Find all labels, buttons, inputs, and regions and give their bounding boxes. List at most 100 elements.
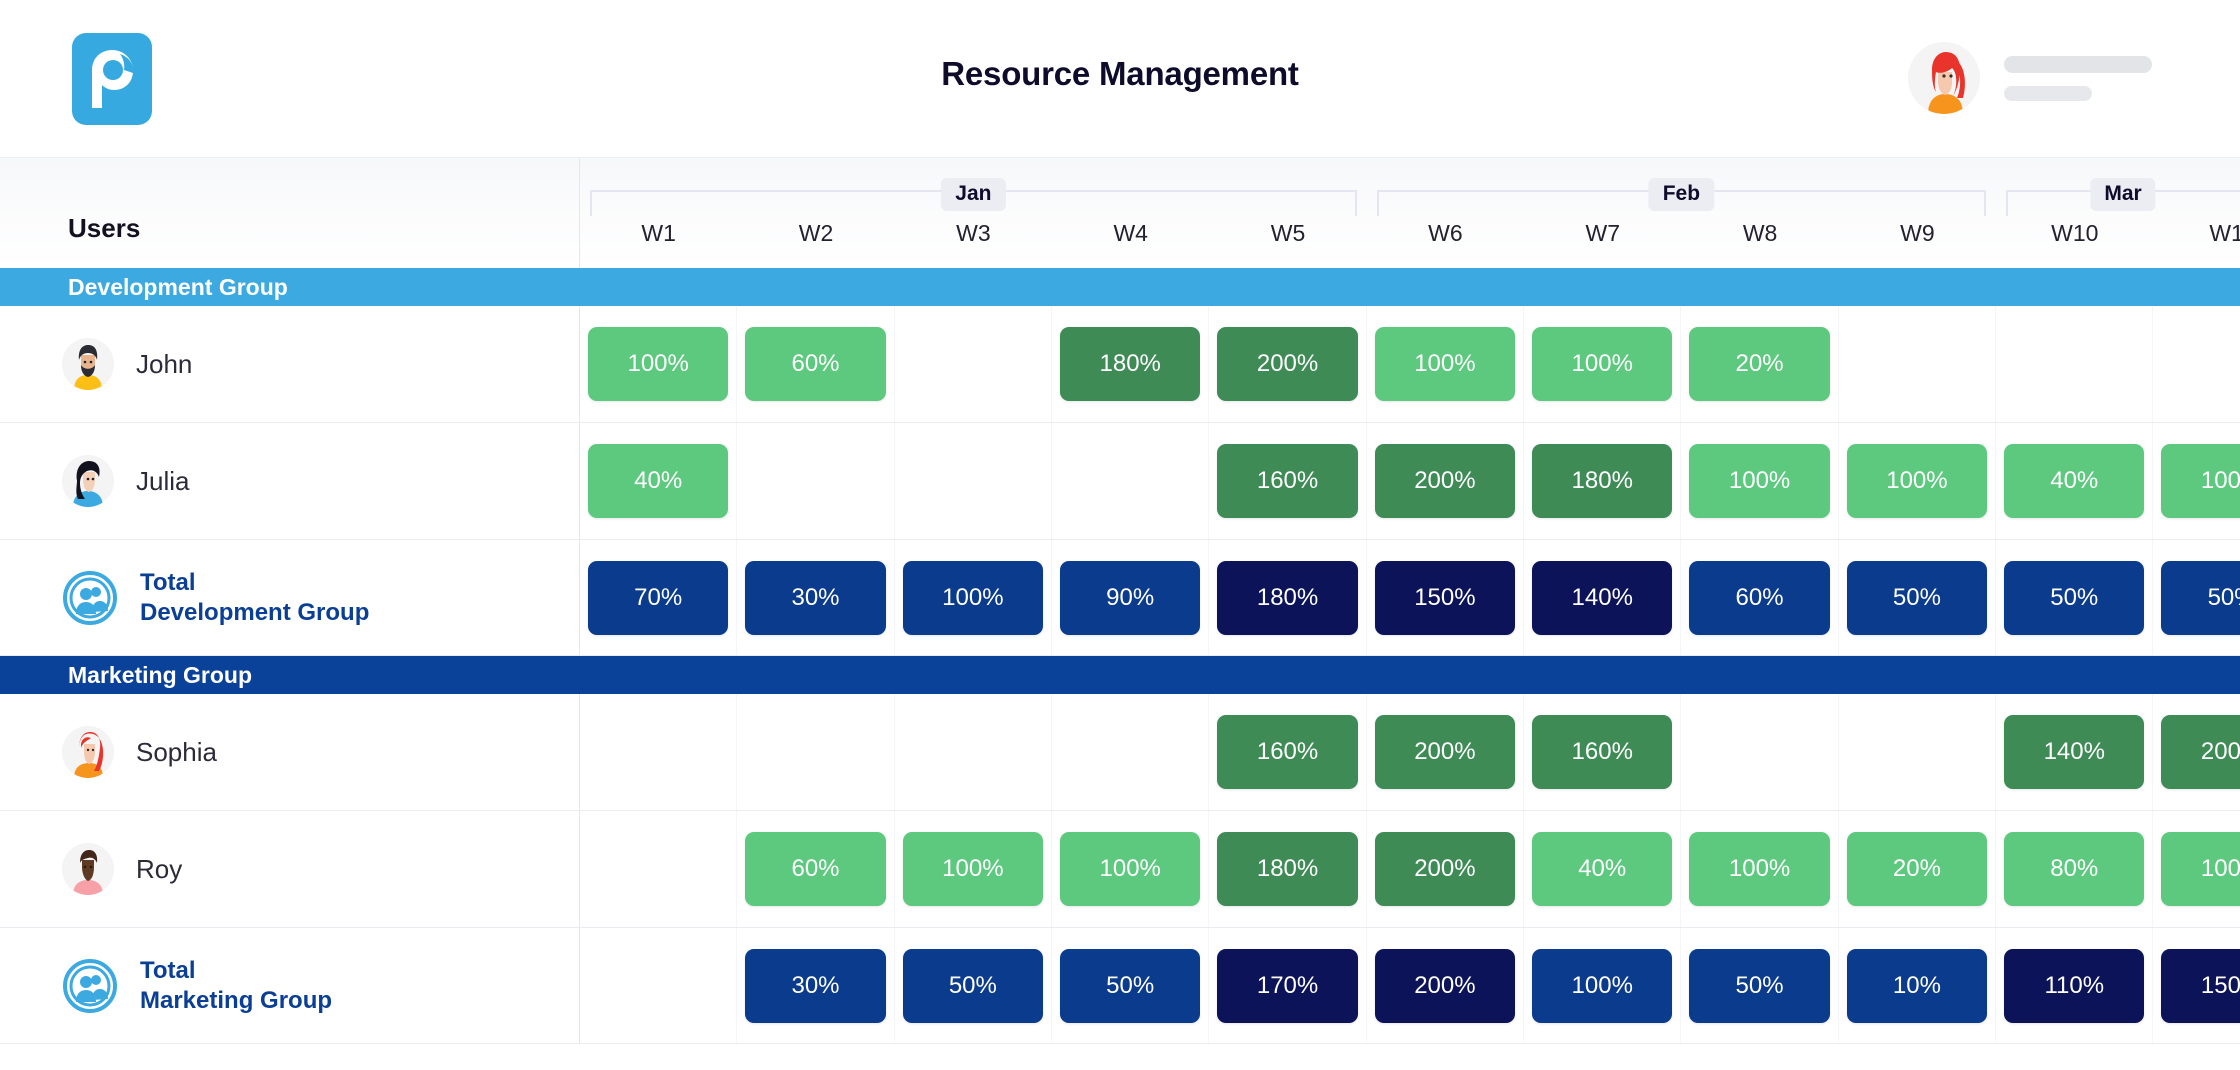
allocation-chip[interactable]: 90% [1060, 561, 1200, 635]
grid-cell-w1[interactable]: 40% [580, 423, 737, 539]
allocation-chip[interactable]: 200% [1375, 832, 1515, 906]
allocation-chip[interactable]: 20% [1689, 327, 1829, 401]
grid-cell-w7[interactable]: 100% [1524, 928, 1681, 1043]
allocation-chip[interactable]: 100% [1375, 327, 1515, 401]
row-label[interactable]: John [0, 306, 580, 422]
grid-cell-w10[interactable] [1996, 306, 2153, 422]
allocation-chip[interactable]: 100% [1532, 327, 1672, 401]
grid-cell-w2[interactable]: 60% [737, 811, 894, 927]
allocation-chip[interactable]: 180% [1217, 832, 1357, 906]
grid-cell-w7[interactable]: 160% [1524, 694, 1681, 810]
grid-cell-w6[interactable]: 100% [1367, 306, 1524, 422]
grid-cell-w9[interactable]: 20% [1839, 811, 1996, 927]
allocation-chip[interactable]: 160% [1217, 715, 1357, 789]
grid-cell-w9[interactable]: 100% [1839, 423, 1996, 539]
grid-cell-w11[interactable]: 50% [2153, 540, 2240, 655]
grid-cell-w11[interactable]: 150% [2153, 928, 2240, 1043]
allocation-chip[interactable]: 50% [1060, 949, 1200, 1023]
allocation-chip[interactable]: 100% [588, 327, 728, 401]
grid-cell-w11[interactable]: 200% [2153, 694, 2240, 810]
grid-cell-w5[interactable]: 200% [1209, 306, 1366, 422]
allocation-chip[interactable]: 50% [1689, 949, 1829, 1023]
allocation-chip[interactable]: 100% [903, 832, 1043, 906]
allocation-chip[interactable]: 50% [1847, 561, 1987, 635]
allocation-chip[interactable]: 100% [903, 561, 1043, 635]
row-label[interactable]: Roy [0, 811, 580, 927]
allocation-chip[interactable]: 150% [2161, 949, 2240, 1023]
allocation-chip[interactable]: 40% [1532, 832, 1672, 906]
grid-cell-w7[interactable]: 180% [1524, 423, 1681, 539]
grid-cell-w11[interactable]: 100% [2153, 811, 2240, 927]
grid-cell-w6[interactable]: 200% [1367, 928, 1524, 1043]
allocation-chip[interactable]: 10% [1847, 949, 1987, 1023]
grid-cell-w2[interactable]: 60% [737, 306, 894, 422]
allocation-chip[interactable]: 60% [1689, 561, 1829, 635]
allocation-chip[interactable]: 110% [2004, 949, 2144, 1023]
allocation-chip[interactable]: 180% [1060, 327, 1200, 401]
grid-cell-w4[interactable]: 180% [1052, 306, 1209, 422]
allocation-chip[interactable]: 40% [588, 444, 728, 518]
grid-cell-w3[interactable]: 100% [895, 540, 1052, 655]
allocation-chip[interactable]: 140% [1532, 561, 1672, 635]
allocation-chip[interactable]: 60% [745, 832, 885, 906]
allocation-chip[interactable]: 200% [2161, 715, 2240, 789]
grid-cell-w9[interactable]: 50% [1839, 540, 1996, 655]
allocation-chip[interactable]: 100% [1847, 444, 1987, 518]
row-label[interactable]: Sophia [0, 694, 580, 810]
allocation-chip[interactable]: 140% [2004, 715, 2144, 789]
allocation-chip[interactable]: 100% [2161, 832, 2240, 906]
grid-cell-w6[interactable]: 200% [1367, 694, 1524, 810]
grid-cell-w7[interactable]: 40% [1524, 811, 1681, 927]
row-label[interactable]: Julia [0, 423, 580, 539]
grid-cell-w7[interactable]: 140% [1524, 540, 1681, 655]
allocation-chip[interactable]: 100% [1689, 832, 1829, 906]
allocation-chip[interactable]: 20% [1847, 832, 1987, 906]
grid-cell-w4[interactable]: 100% [1052, 811, 1209, 927]
grid-cell-w9[interactable] [1839, 306, 1996, 422]
allocation-chip[interactable]: 50% [2004, 561, 2144, 635]
allocation-chip[interactable]: 170% [1217, 949, 1357, 1023]
allocation-chip[interactable]: 200% [1375, 949, 1515, 1023]
grid-cell-w3[interactable] [895, 306, 1052, 422]
grid-cell-w3[interactable]: 50% [895, 928, 1052, 1043]
allocation-chip[interactable]: 200% [1375, 444, 1515, 518]
grid-cell-w1[interactable] [580, 811, 737, 927]
grid-cell-w1[interactable]: 70% [580, 540, 737, 655]
allocation-chip[interactable]: 150% [1375, 561, 1515, 635]
grid-cell-w8[interactable]: 60% [1681, 540, 1838, 655]
grid-cell-w9[interactable]: 10% [1839, 928, 1996, 1043]
grid-cell-w8[interactable]: 20% [1681, 306, 1838, 422]
allocation-chip[interactable]: 70% [588, 561, 728, 635]
group-header-mkt[interactable]: Marketing Group [0, 656, 2240, 694]
allocation-chip[interactable]: 80% [2004, 832, 2144, 906]
grid-cell-w5[interactable]: 160% [1209, 694, 1366, 810]
grid-cell-w8[interactable]: 100% [1681, 811, 1838, 927]
grid-cell-w5[interactable]: 160% [1209, 423, 1366, 539]
allocation-chip[interactable]: 100% [1532, 949, 1672, 1023]
grid-cell-w10[interactable]: 40% [1996, 423, 2153, 539]
grid-cell-w2[interactable] [737, 694, 894, 810]
grid-cell-w10[interactable]: 140% [1996, 694, 2153, 810]
grid-cell-w2[interactable]: 30% [737, 928, 894, 1043]
grid-cell-w2[interactable]: 30% [737, 540, 894, 655]
allocation-chip[interactable]: 60% [745, 327, 885, 401]
grid-cell-w8[interactable] [1681, 694, 1838, 810]
grid-cell-w1[interactable] [580, 694, 737, 810]
grid-cell-w5[interactable]: 170% [1209, 928, 1366, 1043]
allocation-chip[interactable]: 50% [2161, 561, 2240, 635]
grid-cell-w4[interactable] [1052, 423, 1209, 539]
grid-cell-w8[interactable]: 100% [1681, 423, 1838, 539]
row-label[interactable]: TotalMarketing Group [0, 928, 580, 1043]
grid-cell-w1[interactable] [580, 928, 737, 1043]
allocation-chip[interactable]: 30% [745, 561, 885, 635]
grid-cell-w5[interactable]: 180% [1209, 811, 1366, 927]
allocation-chip[interactable]: 100% [1689, 444, 1829, 518]
grid-cell-w10[interactable]: 110% [1996, 928, 2153, 1043]
allocation-chip[interactable]: 100% [2161, 444, 2240, 518]
grid-cell-w5[interactable]: 180% [1209, 540, 1366, 655]
grid-cell-w4[interactable] [1052, 694, 1209, 810]
grid-cell-w10[interactable]: 80% [1996, 811, 2153, 927]
allocation-chip[interactable]: 160% [1217, 444, 1357, 518]
allocation-chip[interactable]: 180% [1532, 444, 1672, 518]
grid-cell-w11[interactable] [2153, 306, 2240, 422]
